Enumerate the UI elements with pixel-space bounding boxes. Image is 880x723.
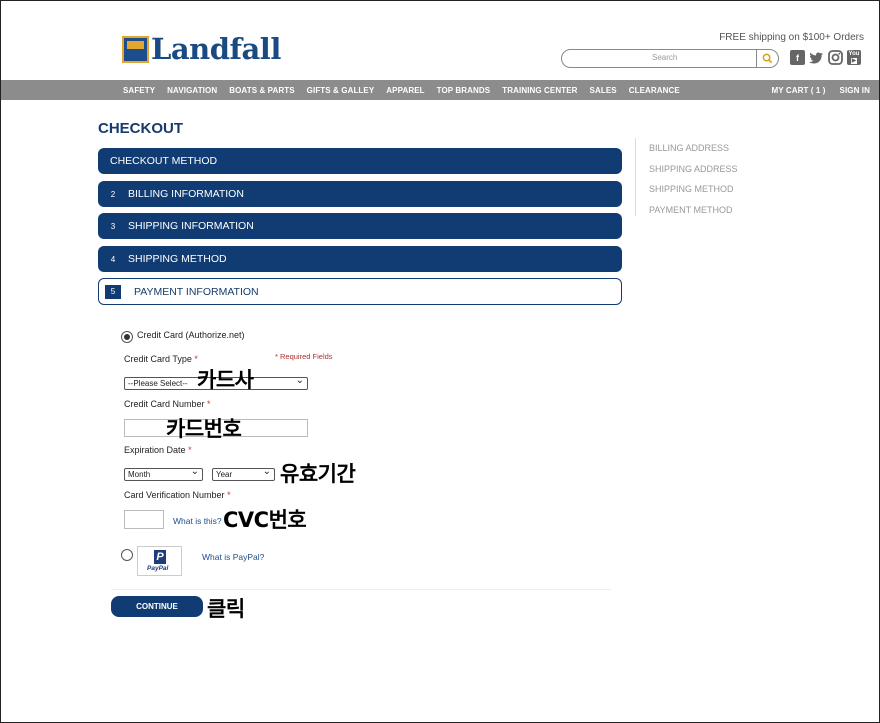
step-shipping-method[interactable]: 4 SHIPPING METHOD <box>98 246 622 272</box>
search-button[interactable] <box>756 50 778 67</box>
required-marker: * <box>194 354 198 364</box>
paypal-icon: P <box>154 550 166 564</box>
step-payment-information[interactable]: 5 PAYMENT INFORMATION <box>98 278 622 305</box>
step-shipping-information[interactable]: 3 SHIPPING INFORMATION <box>98 213 622 239</box>
cvv-input[interactable] <box>124 510 164 529</box>
step-label: CHECKOUT METHOD <box>110 155 218 167</box>
credit-card-option-label: Credit Card (Authorize.net) <box>137 330 245 340</box>
required-marker: * <box>207 399 211 409</box>
paypal-logo: P PayPal <box>137 546 182 576</box>
landfall-logo[interactable]: Landfall <box>122 34 281 64</box>
credit-card-radio[interactable] <box>121 331 133 343</box>
free-shipping-banner: FREE shipping on $100+ Orders <box>719 32 864 43</box>
expiration-month-select[interactable]: Month <box>124 466 203 481</box>
required-marker: * <box>227 490 231 500</box>
cvv-label-text: Card Verification Number <box>124 490 225 500</box>
step-number: 5 <box>105 284 121 299</box>
click-annotation: 클릭 <box>207 597 245 621</box>
page-title: CHECKOUT <box>98 120 183 137</box>
nav-apparel[interactable]: APPAREL <box>386 86 424 95</box>
step-label: SHIPPING INFORMATION <box>128 220 254 232</box>
twitter-icon[interactable] <box>809 50 824 65</box>
what-is-this-link[interactable]: What is this? <box>173 516 222 526</box>
my-cart-link[interactable]: MY CART ( 1 ) <box>771 86 825 95</box>
main-navigation: SAFETY NAVIGATION BOATS & PARTS GIFTS & … <box>1 80 879 100</box>
expiration-label-text: Expiration Date <box>124 445 186 455</box>
card-type-label: Credit Card Type * <box>124 354 198 364</box>
nav-clearance[interactable]: CLEARANCE <box>629 86 680 95</box>
step-label: SHIPPING METHOD <box>128 253 227 265</box>
step-checkout-method[interactable]: CHECKOUT METHOD <box>98 148 622 174</box>
search-placeholder: Search <box>652 53 678 62</box>
nav-safety[interactable]: SAFETY <box>123 86 155 95</box>
nav-items: SAFETY NAVIGATION BOATS & PARTS GIFTS & … <box>123 80 680 100</box>
logo-text: Landfall <box>151 32 281 66</box>
step-billing-information[interactable]: 2 BILLING INFORMATION <box>98 181 622 207</box>
nav-top-brands[interactable]: TOP BRANDS <box>437 86 491 95</box>
youtube-icon[interactable]: You ▶ <box>847 50 861 65</box>
logo-mark-icon <box>122 35 149 63</box>
cvv-label: Card Verification Number * <box>124 490 231 500</box>
step-label: PAYMENT INFORMATION <box>134 285 259 298</box>
nav-navigation[interactable]: NAVIGATION <box>167 86 217 95</box>
divider <box>111 589 611 590</box>
facebook-icon[interactable]: f <box>790 50 805 65</box>
expiry-annotation: 유효기간 <box>280 462 356 486</box>
expiration-label: Expiration Date * <box>124 445 192 455</box>
step-number: 3 <box>110 221 116 231</box>
step-number: 2 <box>110 189 116 199</box>
nav-sales[interactable]: SALES <box>590 86 617 95</box>
card-company-annotation: 카드사 <box>197 368 254 392</box>
sign-in-link[interactable]: SIGN IN <box>840 86 870 95</box>
progress-billing-address: BILLING ADDRESS <box>649 143 730 153</box>
card-number-label-text: Credit Card Number <box>124 399 205 409</box>
paypal-logo-text: PayPal <box>147 565 169 572</box>
card-number-label: Credit Card Number * <box>124 399 211 409</box>
search-icon <box>762 53 773 64</box>
instagram-icon[interactable] <box>828 50 843 65</box>
card-type-label-text: Credit Card Type <box>124 354 192 364</box>
step-number: 4 <box>110 254 116 264</box>
nav-gifts-galley[interactable]: GIFTS & GALLEY <box>307 86 375 95</box>
nav-training-center[interactable]: TRAINING CENTER <box>502 86 577 95</box>
paypal-radio[interactable] <box>121 549 133 561</box>
cvc-annotation: CVC번호 <box>223 508 307 532</box>
continue-button[interactable]: CONTINUE <box>111 596 203 617</box>
step-label: BILLING INFORMATION <box>128 188 244 200</box>
required-fields-note: * Required Fields <box>275 352 333 361</box>
nav-boats-parts[interactable]: BOATS & PARTS <box>229 86 294 95</box>
progress-payment-method: PAYMENT METHOD <box>649 204 733 215</box>
progress-shipping-address: SHIPPING ADDRESS <box>649 163 738 174</box>
progress-shipping-method: SHIPPING METHOD <box>649 184 734 194</box>
search-input[interactable]: Search <box>561 49 779 68</box>
checkout-progress: BILLING ADDRESS SHIPPING ADDRESS SHIPPIN… <box>635 138 775 216</box>
nav-right: MY CART ( 1 ) SIGN IN <box>771 80 870 100</box>
required-marker: * <box>188 445 192 455</box>
card-number-annotation: 카드번호 <box>166 417 242 441</box>
youtube-label: You <box>848 51 860 57</box>
what-is-paypal-link[interactable]: What is PayPal? <box>202 552 264 562</box>
social-links: f You ▶ <box>790 50 861 65</box>
expiration-year-select[interactable]: Year <box>212 466 275 481</box>
